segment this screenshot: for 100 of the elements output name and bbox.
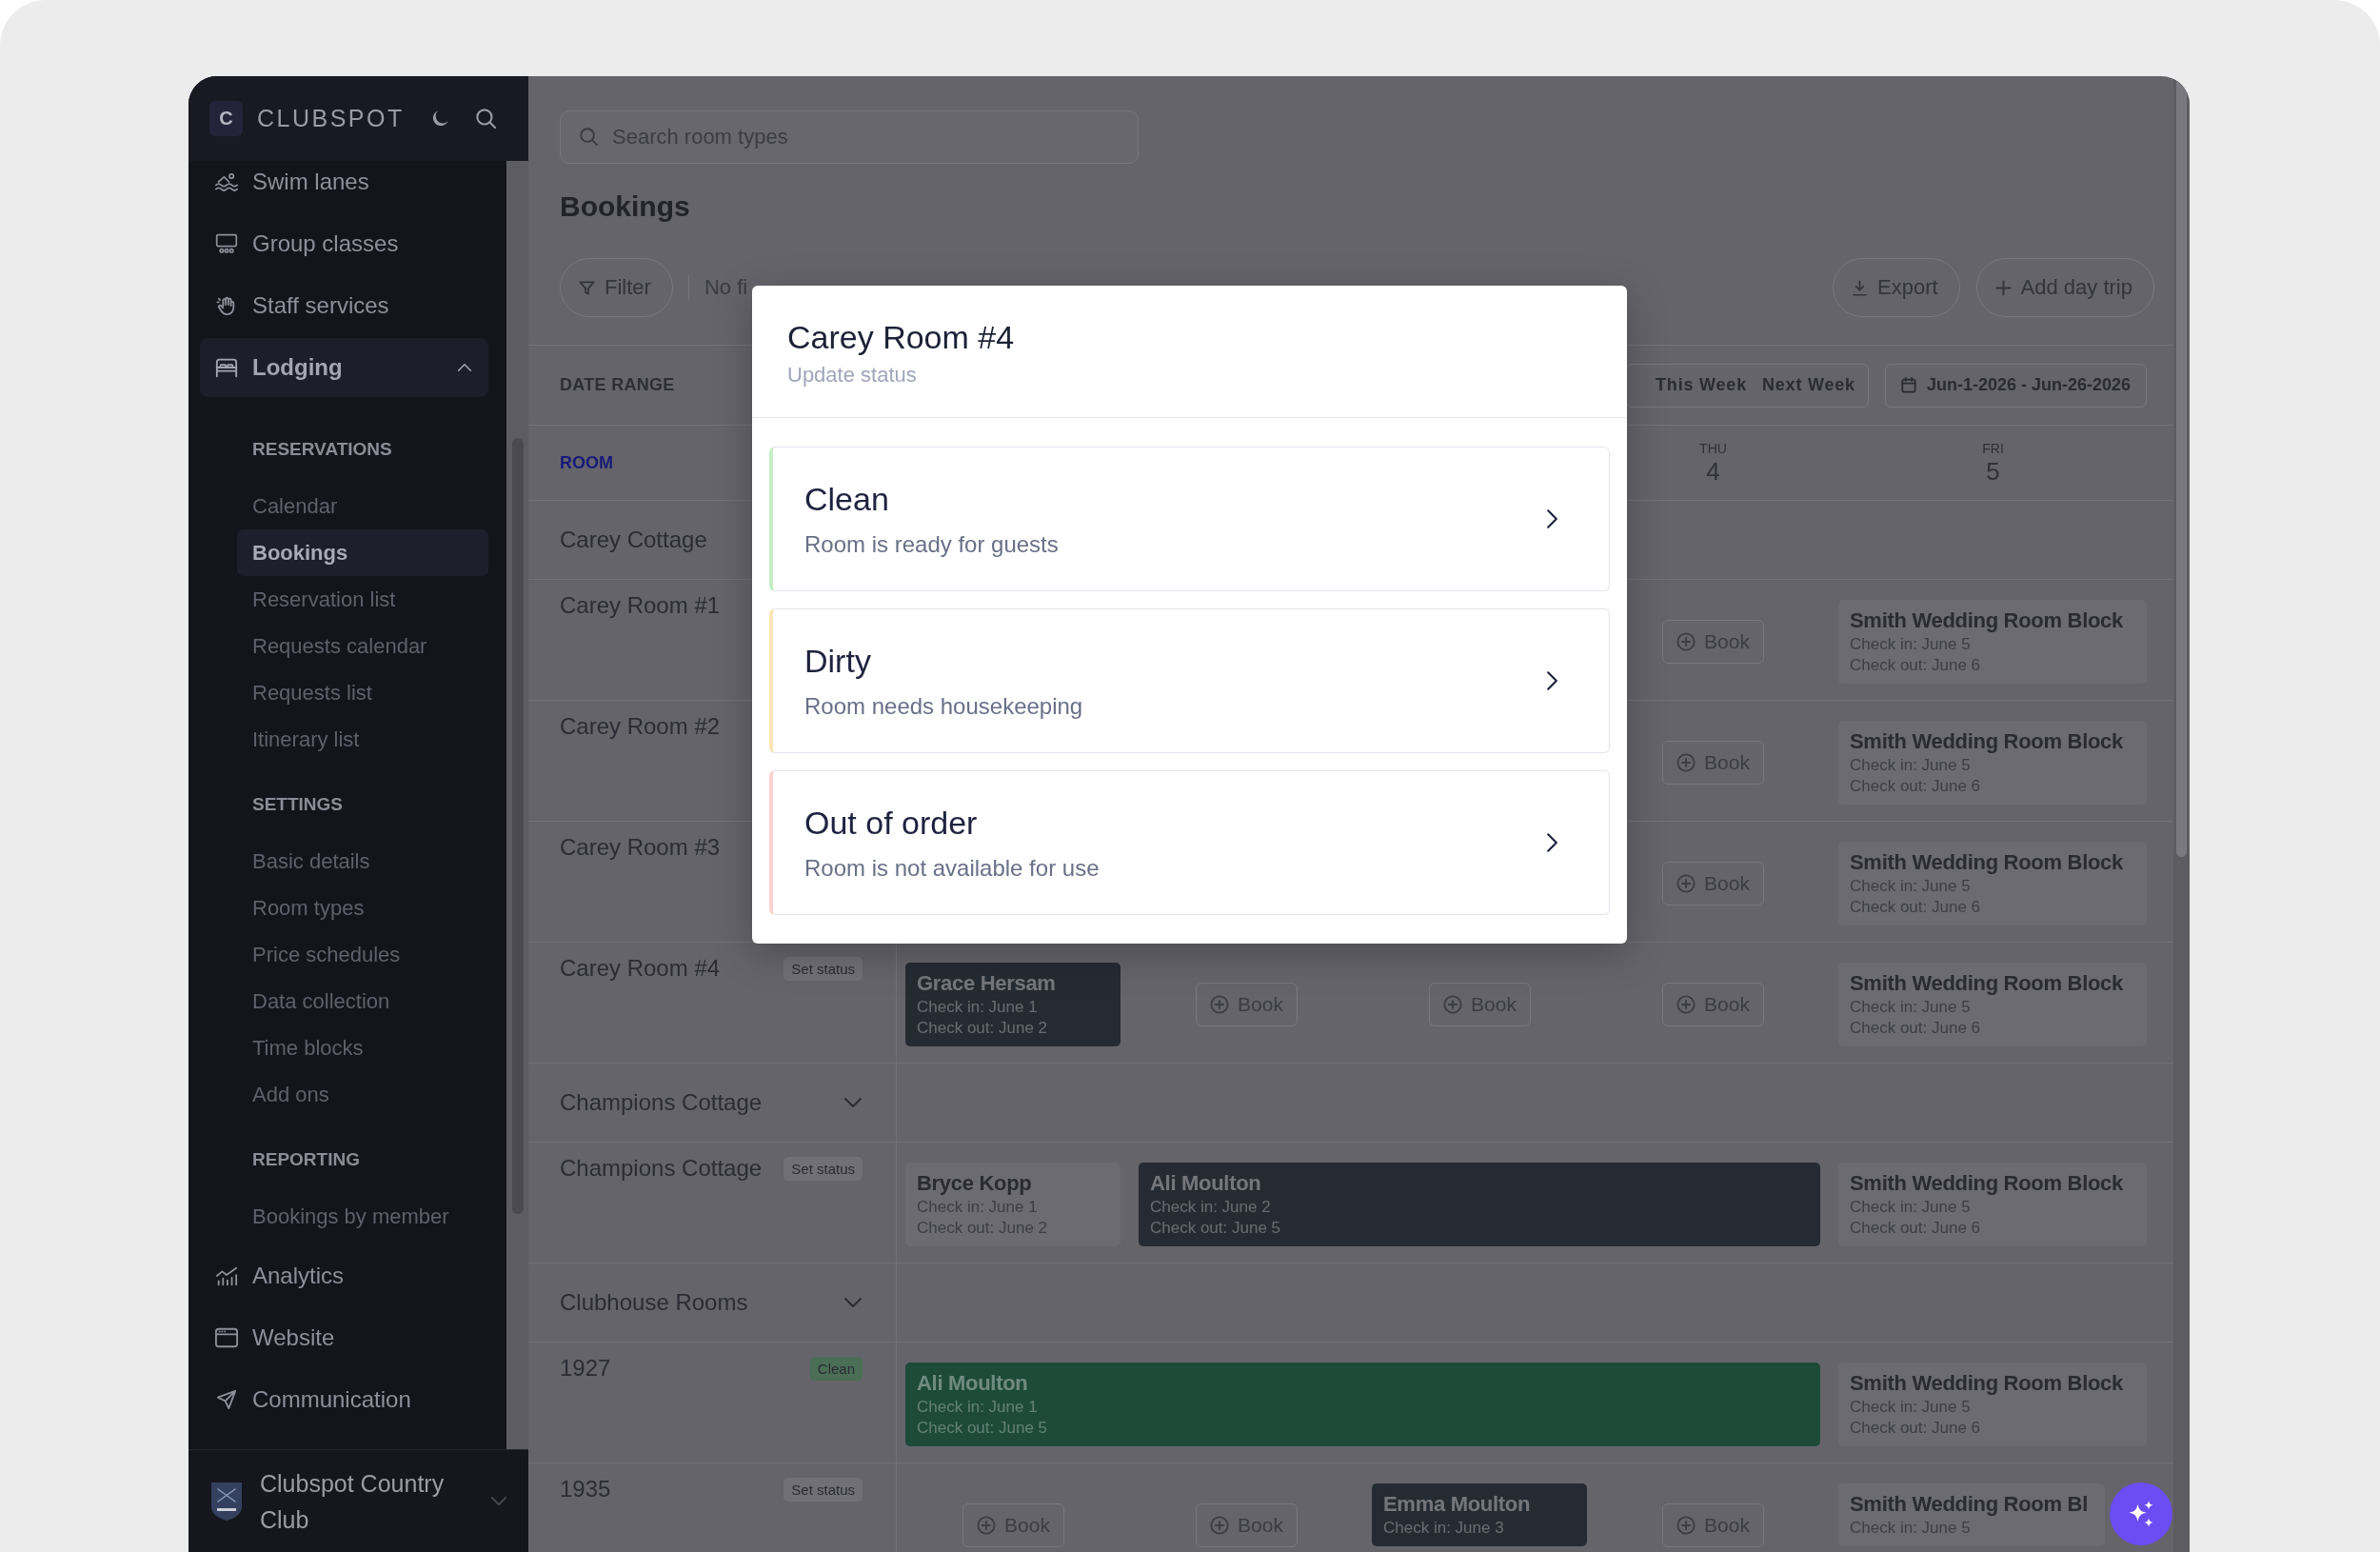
booking-name: Smith Wedding Room Block [1850,728,2124,755]
chevron-down-icon[interactable] [843,1297,863,1308]
booking-name: Smith Wedding Room Block [1850,607,2124,634]
nav-subitem[interactable]: Bookings [237,529,488,576]
sparkle-icon [2128,1499,2154,1529]
column-heading: ROOM [560,452,613,473]
plus-circle-icon [1210,1516,1230,1535]
chevron-down-icon[interactable] [490,1496,507,1506]
preset-tab[interactable]: Next Week [1762,375,1855,395]
chevron-down-icon[interactable] [843,1097,863,1108]
nav-subitem[interactable]: Add ons [237,1071,488,1118]
dialog-subtitle: Update status [787,362,918,388]
booking-name: Smith Wedding Room Block [1850,1170,2124,1197]
room-name: Carey Room #1 [560,591,721,620]
browser-icon [215,1327,238,1348]
preset-tab[interactable]: This Week [1656,375,1747,395]
moon-icon[interactable] [431,109,449,128]
check-out-date: Check out: June 5 [1150,1218,1282,1239]
brand-name: CLUBSPOT [257,105,405,132]
chevron-right-icon [1546,508,1558,529]
room-name: 1935 [560,1475,611,1503]
nav-subitem[interactable]: Price schedules [237,931,488,978]
status-option[interactable]: Clean Room is ready for guests [769,447,1610,591]
plus-circle-icon [1676,632,1696,651]
chevron-right-icon [1546,670,1558,691]
booking-card[interactable]: Ali Moulton Check in: June 1 Check out: June 5 [905,1363,1820,1446]
chevron-right-icon [1546,832,1558,853]
group-name[interactable]: Champions Cottage [560,1089,763,1116]
date-range-label: DATE RANGE [560,375,675,395]
booking-card[interactable]: Grace Hersam Check in: June 1 Check out: June 2 [905,963,1121,1046]
room-status-button[interactable]: Set status [783,1478,863,1502]
booking-card[interactable]: Emma Moulton Check in: June 3 [1372,1483,1587,1546]
nav-item[interactable]: Communication [200,1370,488,1429]
room-name: Carey Room #3 [560,833,721,862]
filter-icon [579,279,595,296]
room-name: Carey Room #4 [560,954,721,983]
booking-name: Smith Wedding Room Block [1850,849,2124,876]
plus-circle-icon [1210,995,1230,1014]
nav-item[interactable]: Lodging [200,338,488,397]
plus-icon [1994,279,2012,296]
paper-plane-icon [215,1389,238,1410]
nav-item[interactable]: Analytics [200,1246,488,1305]
date-range-picker[interactable]: Jun-1-2026 - Jun-26-2026 [1884,363,2147,408]
club-name[interactable]: Clubspot Country Club [260,1464,465,1538]
check-out-date: Check out: June 5 [917,1418,1049,1439]
nav-item[interactable]: Swim lanes [200,161,488,211]
bed-icon [215,357,238,378]
nav-item[interactable]: Staff services [200,276,488,335]
booking-name: Ali Moulton [917,1370,1029,1397]
plus-circle-icon [1443,995,1463,1014]
nav-item[interactable]: Group classes [200,214,488,273]
nav-subitem[interactable]: Basic details [237,838,488,885]
shield-icon [209,1481,244,1522]
group-name[interactable]: Carey Cottage [560,527,707,553]
plus-circle-icon [1676,1516,1696,1535]
chart-icon [215,1265,238,1286]
nav-subitem[interactable]: Bookings by member [237,1193,488,1240]
plus-circle-icon [977,1516,997,1535]
check-in-date: Check in: June 1 [917,1397,1039,1418]
dialog-title: Carey Room #4 [787,318,1016,356]
option-title: Out of order [804,804,979,842]
check-out-date: Check out: June 2 [917,1018,1049,1039]
logo[interactable]: C [209,101,243,136]
nav-subitem[interactable]: Requests list [237,669,488,716]
room-status-button[interactable]: Clean [809,1357,863,1381]
download-icon [1852,279,1868,296]
nav-subitem[interactable]: Data collection [237,978,488,1025]
option-title: Clean [804,480,890,518]
status-option[interactable]: Dirty Room needs housekeeping [769,608,1610,753]
nav-item[interactable]: Website [200,1308,488,1367]
room-name: Champions Cottage [560,1154,763,1183]
room-name: 1927 [560,1354,611,1383]
search-icon[interactable] [476,109,496,129]
nav-subitem[interactable]: Requests calendar [237,623,488,669]
option-description: Room is not available for use [804,855,1100,882]
option-description: Room needs housekeeping [804,693,1083,720]
nav-subitem[interactable]: Time blocks [237,1025,488,1071]
booking-name: Smith Wedding Room Block [1850,1370,2124,1397]
chevron-up-icon[interactable] [457,363,472,372]
nav-subitem[interactable]: Room types [237,885,488,931]
status-option[interactable]: Out of order Room is not available for use [769,770,1610,915]
booking-name: Bryce Kopp [917,1170,1033,1197]
group-name[interactable]: Clubhouse Rooms [560,1289,748,1316]
booking-card[interactable]: Ali Moulton Check in: June 2 Check out: June 5 [1139,1163,1820,1246]
search-icon [580,128,598,146]
option-description: Room is ready for guests [804,531,1059,558]
booking-name: Grace Hersam [917,970,1057,997]
nav-section-heading: SETTINGS [251,793,344,816]
room-status-button[interactable]: Set status [783,1157,863,1181]
presentation-icon [215,233,238,254]
check-in-date: Check in: June 2 [1150,1197,1272,1218]
plus-circle-icon [1676,753,1696,772]
nav-subitem[interactable]: Itinerary list [237,716,488,763]
room-status-button[interactable]: Set status [783,957,863,981]
booking-name: Emma Moulton [1383,1491,1532,1518]
nav-subitem[interactable]: Calendar [237,483,488,529]
nav-subitem[interactable]: Reservation list [237,576,488,623]
booking-name: Ali Moulton [1150,1170,1262,1197]
plus-circle-icon [1676,995,1696,1014]
nav-section-heading: RESERVATIONS [251,438,393,461]
